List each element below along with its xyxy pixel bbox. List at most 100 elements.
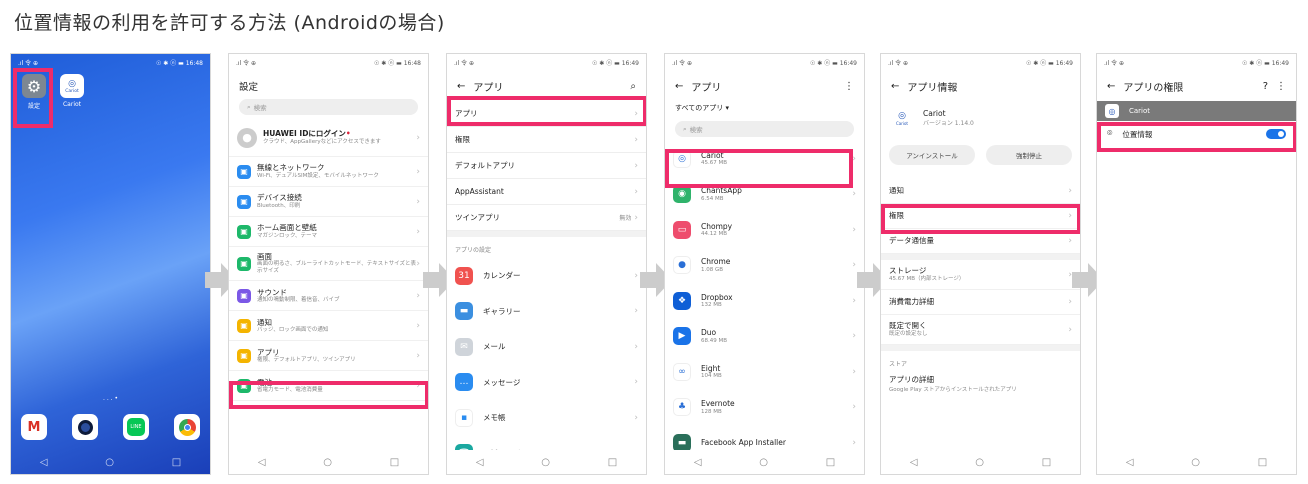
home-icon[interactable]: ○ [975,457,984,468]
app-icon: ♣ [673,398,691,417]
status-icons: ☉ ✱ ⓝ ▬ 16:49 [810,60,857,67]
header-title: アプリ [473,82,504,94]
recent-icon[interactable]: □ [608,457,617,468]
chevron-right-icon: › [852,402,856,413]
chevron-right-icon: › [416,132,420,143]
search-icon[interactable]: ⌕ [630,81,636,92]
settings-category-icon: ▣ [237,164,251,179]
status-bar: .ıl 令 ⊕ ☉ ✱ ⓝ ▬ 16:49 [665,54,864,71]
back-icon[interactable]: ◁ [40,457,48,468]
back-arrow-icon[interactable]: ← [675,81,683,92]
recent-icon[interactable]: □ [172,457,181,468]
app-info-sub: 既定の設定なし [889,330,928,337]
signal-icon: .ıl 令 ⊕ [236,60,257,67]
app-info-item[interactable]: 消費電力詳細 › [881,290,1080,315]
app-version: バージョン 1.14.0 [923,120,974,127]
app-setting-item[interactable]: ▪ メモ帳 › [447,400,646,436]
apps-menu-item[interactable]: 権限 › [447,127,646,153]
search-input[interactable]: ⌕ 検索 [239,99,418,115]
settings-item[interactable]: ▣ ホーム画面と壁紙 マガジンロック、テーマ › [229,217,428,247]
help-icon[interactable]: ? [1263,81,1268,92]
settings-item[interactable]: ▣ サウンド 通知の鳴動制限、着信音、バイブ › [229,281,428,312]
nav-bar: ◁ ○ □ [881,450,1080,474]
app-list-item[interactable]: ▶ Duo 68.49 MB › [665,319,864,355]
home-icon[interactable]: ○ [323,457,332,468]
settings-item[interactable]: ▣ 無線とネットワーク Wi-Fi、デュアルSIM設定、モバイルネットワーク › [229,157,428,187]
gmail-icon[interactable]: M [21,414,47,440]
nav-bar: ◁ ○ □ [11,450,210,474]
line-icon[interactable]: LINE [123,414,149,440]
status-icons: ☉ ✱ ⓝ ▬ 16:49 [1026,60,1073,67]
settings-item-sub: 画面の明るさ、ブルーライトカットモード、テキストサイズと表示サイズ [257,261,416,275]
more-icon[interactable]: ⋮ [844,81,854,92]
store-section-label: ストア [889,361,908,368]
settings-item-title: サウンド [257,287,287,297]
app-list-item[interactable]: ♣ Evernote 128 MB › [665,390,864,426]
chrome-icon[interactable] [174,414,200,440]
status-bar: .ıl 令 ⊕ ☉ ✱ ⓝ ▬ 16:48 [229,54,428,71]
app-info-item[interactable]: 既定で開く 既定の設定なし › [881,315,1080,345]
home-icon[interactable]: ○ [541,457,550,468]
app-list-item[interactable]: ❖ Dropbox 132 MB › [665,283,864,319]
settings-item[interactable]: ▣ アプリ 権限、デフォルトアプリ、ツインアプリ › [229,341,428,372]
back-icon[interactable]: ◁ [910,457,918,468]
app-details-item[interactable]: アプリの詳細 Google Play ストアからインストールされたアプリ [881,372,1080,395]
app-info-item[interactable]: 通知 › [881,179,1080,204]
back-icon[interactable]: ◁ [1126,457,1134,468]
app-info-title: 消費電力詳細 [889,297,934,307]
recent-icon[interactable]: □ [1258,457,1267,468]
app-size: 44.12 MB [701,231,728,237]
action-buttons: アンインストール 強制停止 [881,135,1080,179]
app-list-item[interactable]: ● Chrome 1.08 GB › [665,248,864,284]
app-setting-item[interactable]: … メッセージ › [447,365,646,401]
account-item[interactable]: ● HUAWEI IDにログイン• クラウド、AppGalleryなどにアクセスで… [229,119,428,157]
filter-dropdown[interactable]: すべてのアプリ ▾ [665,101,864,117]
chevron-right-icon: › [852,260,856,271]
home-icon[interactable]: ○ [1191,457,1200,468]
recent-icon[interactable]: □ [826,457,835,468]
camera-icon[interactable] [72,414,98,440]
chevron-right-icon: › [852,331,856,342]
back-icon[interactable]: ◁ [258,457,266,468]
app-name: Dropbox [701,292,733,302]
home-icon[interactable]: ○ [105,457,114,468]
settings-category-icon: ▣ [237,288,251,303]
apps-menu-label: ツインアプリ [455,213,500,222]
highlight-apps [229,381,428,409]
search-input[interactable]: ⌕ 検索 [675,121,854,137]
cariot-app[interactable]: ◎ Cariot Cariot [55,74,89,108]
app-setting-item[interactable]: ▬ ギャラリー › [447,294,646,330]
notification-dot: • [345,129,351,139]
search-placeholder: 検索 [689,126,703,134]
back-arrow-icon[interactable]: ← [891,81,899,92]
home-icon[interactable]: ○ [759,457,768,468]
app-icon: … [455,373,473,392]
page-indicator: . . . • [103,395,118,402]
settings-item-title: アプリ [257,347,280,357]
more-icon[interactable]: ⋮ [1276,81,1286,92]
app-setting-item[interactable]: 31 カレンダー › [447,258,646,294]
settings-item[interactable]: ▣ 通知 バッジ、ロック画面での通知 › [229,311,428,342]
app-info-item[interactable]: ストレージ 45.67 MB（内部ストレージ） › [881,260,1080,290]
back-arrow-icon[interactable]: ← [457,81,465,92]
apps-menu-item[interactable]: AppAssistant › [447,179,646,205]
back-icon[interactable]: ◁ [476,457,484,468]
recent-icon[interactable]: □ [1042,457,1051,468]
back-icon[interactable]: ◁ [694,457,702,468]
back-arrow-icon[interactable]: ← [1107,81,1115,92]
app-info-title: ストレージ [889,266,927,276]
chevron-right-icon: › [634,186,638,197]
settings-category-icon: ▣ [237,256,251,271]
settings-item[interactable]: ▣ 画面 画面の明るさ、ブルーライトカットモード、テキストサイズと表示サイズ › [229,247,428,282]
app-setting-item[interactable]: ✉ メール › [447,329,646,365]
app-list-item[interactable]: ∞ Eight 104 MB › [665,354,864,390]
force-stop-button[interactable]: 強制停止 [986,145,1072,165]
apps-menu-item[interactable]: デフォルトアプリ › [447,153,646,179]
header-title: アプリ情報 [907,82,958,94]
uninstall-button[interactable]: アンインストール [889,145,975,165]
apps-menu-item[interactable]: ツインアプリ 無効 › [447,205,646,231]
recent-icon[interactable]: □ [390,457,399,468]
app-list-item[interactable]: ▭ Chompy 44.12 MB › [665,212,864,248]
screen-app-info: .ıl 令 ⊕ ☉ ✱ ⓝ ▬ 16:49 ← アプリ情報 ◎ Cariot Cari… [880,53,1081,475]
settings-item[interactable]: ▣ デバイス接続 Bluetooth、印刷 › [229,187,428,217]
